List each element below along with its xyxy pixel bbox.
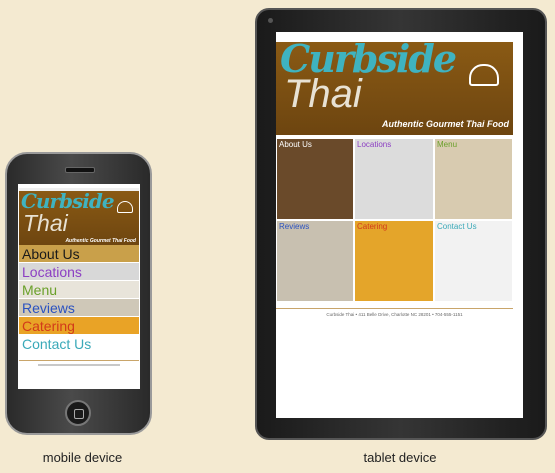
tablet-screen: Curbside Thai Authentic Gourmet Thai Foo… bbox=[276, 32, 523, 418]
tile-label: Reviews bbox=[279, 222, 310, 231]
chef-hat-icon bbox=[117, 201, 133, 213]
mobile-device: Curbside Thai Authentic Gourmet Thai Foo… bbox=[5, 152, 152, 435]
camera-icon bbox=[268, 18, 273, 23]
tablet-brand-thai: Thai bbox=[284, 72, 362, 116]
mobile-nav-about-us[interactable]: About Us bbox=[19, 245, 139, 263]
mobile-screen: Curbside Thai Authentic Gourmet Thai Foo… bbox=[18, 184, 140, 389]
tile-label: Menu bbox=[437, 140, 458, 149]
tablet-tagline: Authentic Gourmet Thai Food bbox=[382, 119, 509, 129]
mobile-nav-catering[interactable]: Catering bbox=[19, 317, 139, 335]
tablet-divider bbox=[276, 308, 513, 309]
tablet-tile-menu[interactable]: Menu bbox=[434, 138, 513, 220]
tablet-site-banner[interactable]: Curbside Thai Authentic Gourmet Thai Foo… bbox=[276, 36, 513, 135]
tablet-tile-about-us[interactable]: About Us bbox=[276, 138, 354, 220]
mobile-brand-thai: Thai bbox=[23, 210, 68, 236]
tablet-tile-contact-us[interactable]: Contact Us bbox=[434, 220, 513, 302]
chef-hat-icon bbox=[469, 64, 499, 86]
tile-label: About Us bbox=[279, 140, 312, 149]
mobile-divider bbox=[19, 360, 139, 361]
mobile-nav-reviews[interactable]: Reviews bbox=[19, 299, 139, 317]
mobile-site-banner[interactable]: Curbside Thai Authentic Gourmet Thai Foo… bbox=[19, 188, 139, 247]
mobile-caption: mobile device bbox=[42, 450, 123, 465]
tablet-caption: tablet device bbox=[363, 450, 437, 465]
tablet-nav-grid: About Us Locations Menu Reviews Catering… bbox=[276, 138, 513, 302]
mobile-tagline: Authentic Gourmet Thai Food bbox=[65, 238, 136, 244]
mobile-footer-text bbox=[38, 364, 120, 366]
mobile-nav: About Us Locations Menu Reviews Catering… bbox=[19, 245, 139, 353]
mobile-nav-locations[interactable]: Locations bbox=[19, 263, 139, 281]
tile-label: Catering bbox=[357, 222, 388, 231]
speaker-grille bbox=[65, 167, 95, 173]
tile-label: Contact Us bbox=[437, 222, 477, 231]
tile-label: Locations bbox=[357, 140, 392, 149]
tablet-tile-reviews[interactable]: Reviews bbox=[276, 220, 354, 302]
mobile-nav-contact-us[interactable]: Contact Us bbox=[19, 335, 139, 353]
home-button[interactable] bbox=[65, 400, 91, 426]
tablet-footer: Curbside Thai • 411 Belle Drive, Charlot… bbox=[326, 312, 463, 317]
tablet-tile-catering[interactable]: Catering bbox=[354, 220, 434, 302]
tablet-tile-locations[interactable]: Locations bbox=[354, 138, 434, 220]
tablet-device: Curbside Thai Authentic Gourmet Thai Foo… bbox=[255, 8, 547, 440]
mobile-nav-menu[interactable]: Menu bbox=[19, 281, 139, 299]
